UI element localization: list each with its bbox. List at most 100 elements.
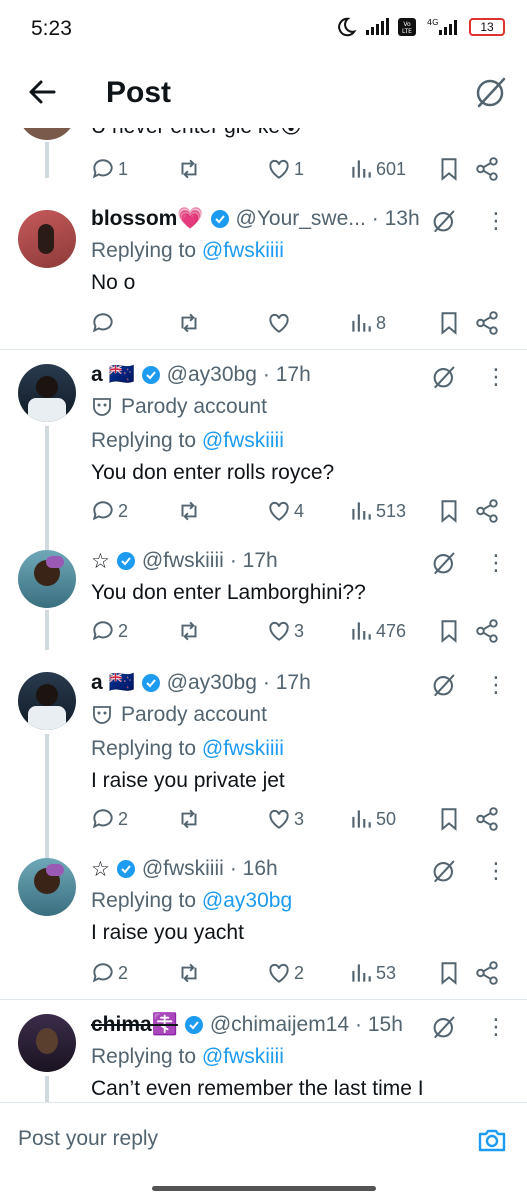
display-name[interactable]: ☆ xyxy=(91,857,110,882)
action-bar: 1 1 601 xyxy=(90,152,510,186)
signal-icon xyxy=(366,18,389,35)
avatar[interactable] xyxy=(18,672,76,730)
like-button[interactable]: 4 xyxy=(266,494,304,528)
views-button[interactable]: 50 xyxy=(348,802,396,836)
share-button[interactable] xyxy=(474,152,500,186)
action-bar: 2 2 53 xyxy=(90,956,510,990)
repost-button[interactable] xyxy=(176,306,202,340)
grok-icon[interactable] xyxy=(431,364,457,390)
share-button[interactable] xyxy=(474,614,500,648)
camera-icon[interactable] xyxy=(477,1125,507,1155)
avatar[interactable] xyxy=(18,550,76,608)
verified-badge-icon xyxy=(141,366,160,384)
avatar[interactable] xyxy=(18,128,76,140)
tweet-text: I raise you yacht xyxy=(91,921,244,944)
parody-label: Parody account xyxy=(121,395,267,418)
bookmark-icon xyxy=(441,500,457,523)
reply-button[interactable] xyxy=(90,306,118,340)
bookmark-button[interactable] xyxy=(436,956,462,990)
handle[interactable]: @fwskiiii xyxy=(142,549,224,573)
bookmark-button[interactable] xyxy=(436,306,462,340)
views-button[interactable]: 476 xyxy=(348,614,406,648)
display-name[interactable]: a 🇳🇿 xyxy=(91,363,135,387)
thread-line xyxy=(45,734,49,858)
grok-icon[interactable] xyxy=(431,1014,457,1040)
back-arrow-icon[interactable] xyxy=(26,76,58,108)
grok-icon[interactable] xyxy=(431,550,457,576)
repost-button[interactable] xyxy=(176,802,202,836)
more-icon[interactable]: ⋮ xyxy=(485,674,507,696)
share-button[interactable] xyxy=(474,802,500,836)
replying-to-handle[interactable]: @fwskiiii xyxy=(202,732,284,766)
more-icon[interactable]: ⋮ xyxy=(485,860,507,882)
share-button[interactable] xyxy=(474,306,500,340)
reply-button[interactable]: 1 xyxy=(90,152,128,186)
thread-line xyxy=(45,610,49,650)
grok-icon[interactable] xyxy=(473,74,509,110)
replying-to-handle[interactable]: @fwskiiii xyxy=(202,1040,284,1074)
heart-icon xyxy=(269,963,289,983)
thread: U never enter gle ke😮 1 1 601 blossom💗 @… xyxy=(0,128,527,1102)
grok-icon[interactable] xyxy=(431,858,457,884)
avatar[interactable] xyxy=(18,858,76,916)
handle[interactable]: @ay30bg xyxy=(167,671,257,695)
replying-to-label: Replying to xyxy=(91,737,197,760)
like-button[interactable]: 1 xyxy=(266,152,304,186)
home-indicator[interactable] xyxy=(152,1186,376,1191)
replying-to-label: Replying to xyxy=(91,1045,197,1068)
avatar[interactable] xyxy=(18,210,76,268)
replying-to-handle[interactable]: @fwskiiii xyxy=(202,234,284,268)
grok-icon[interactable] xyxy=(431,208,457,234)
share-icon xyxy=(476,961,498,985)
replying-to-handle[interactable]: @ay30bg xyxy=(202,884,292,918)
more-icon[interactable]: ⋮ xyxy=(485,1016,507,1038)
reply-button[interactable]: 2 xyxy=(90,494,128,528)
thread-line xyxy=(45,1076,49,1102)
status-time: 5:23 xyxy=(31,17,72,40)
bookmark-button[interactable] xyxy=(436,802,462,836)
views-button[interactable]: 601 xyxy=(348,152,406,186)
reply-button[interactable]: 2 xyxy=(90,956,128,990)
share-button[interactable] xyxy=(474,956,500,990)
svg-text:4G: 4G xyxy=(427,18,438,27)
avatar[interactable] xyxy=(18,364,76,422)
more-icon[interactable]: ⋮ xyxy=(485,210,507,232)
like-button[interactable]: 3 xyxy=(266,802,304,836)
handle[interactable]: @ay30bg xyxy=(167,363,257,387)
avatar[interactable] xyxy=(18,1014,76,1072)
divider xyxy=(0,999,527,1000)
replying-to-handle[interactable]: @fwskiiii xyxy=(202,424,284,458)
bookmark-button[interactable] xyxy=(436,494,462,528)
repost-button[interactable] xyxy=(176,614,202,648)
bookmark-button[interactable] xyxy=(436,614,462,648)
handle[interactable]: @chimaijem14 xyxy=(210,1013,349,1037)
grok-icon[interactable] xyxy=(431,672,457,698)
display-name[interactable]: ☆ xyxy=(91,549,110,574)
more-icon[interactable]: ⋮ xyxy=(485,366,507,388)
display-name[interactable]: chima☦️ xyxy=(91,1013,178,1037)
repost-button[interactable] xyxy=(176,956,202,990)
like-button[interactable] xyxy=(266,306,294,340)
bookmark-button[interactable] xyxy=(436,152,462,186)
reply-input[interactable]: Post your reply xyxy=(18,1127,158,1151)
like-button[interactable]: 3 xyxy=(266,614,304,648)
reply-button[interactable]: 2 xyxy=(90,802,128,836)
share-icon xyxy=(476,311,498,335)
tweet[interactable]: chima☦️ @chimaijem14 · 15h Replying to @… xyxy=(0,1004,527,1102)
more-icon[interactable]: ⋮ xyxy=(485,552,507,574)
handle[interactable]: @Your_swe... xyxy=(236,207,366,231)
like-count: 1 xyxy=(294,158,305,179)
reply-icon xyxy=(92,963,113,983)
like-button[interactable]: 2 xyxy=(266,956,304,990)
handle[interactable]: @fwskiiii xyxy=(142,857,224,881)
repost-button[interactable] xyxy=(176,494,202,528)
display-name[interactable]: a 🇳🇿 xyxy=(91,671,135,695)
repost-button[interactable] xyxy=(176,152,202,186)
reply-button[interactable]: 2 xyxy=(90,614,128,648)
views-button[interactable]: 53 xyxy=(348,956,396,990)
views-button[interactable]: 8 xyxy=(348,306,386,340)
share-button[interactable] xyxy=(474,494,500,528)
replying-to-label: Replying to xyxy=(91,239,197,262)
views-button[interactable]: 513 xyxy=(348,494,406,528)
display-name[interactable]: blossom💗 xyxy=(91,207,204,231)
